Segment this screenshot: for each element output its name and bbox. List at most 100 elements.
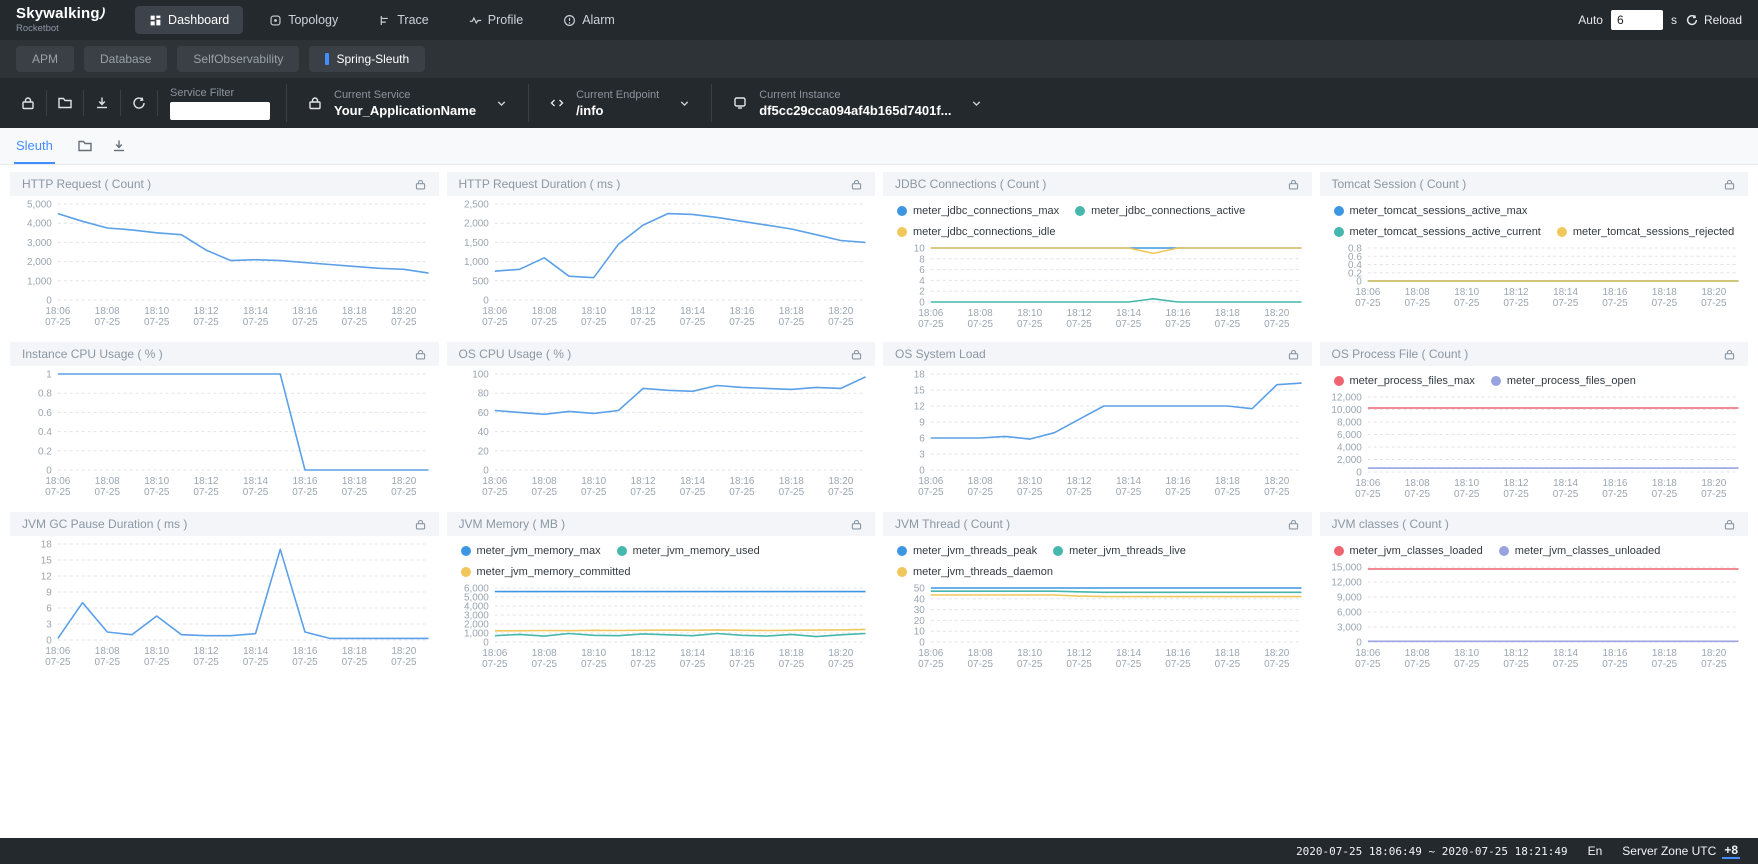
legend-item-meter-tomcat-sessions-rejected[interactable]: meter_tomcat_sessions_rejected <box>1557 221 1734 242</box>
legend-item-meter-jdbc-connections-max[interactable]: meter_jdbc_connections_max <box>897 200 1059 221</box>
page-tab-spring-sleuth[interactable]: Spring-Sleuth <box>309 46 425 72</box>
lock-icon[interactable] <box>1287 178 1300 191</box>
svg-text:18:12: 18:12 <box>630 306 655 317</box>
svg-text:07-25: 07-25 <box>580 317 606 328</box>
legend-item-meter-jdbc-connections-idle[interactable]: meter_jdbc_connections_idle <box>897 221 1055 242</box>
chart-card-os-cpu-usage: OS CPU Usage ( % ) 10080604020018:0607-2… <box>447 342 876 506</box>
selector-current-service[interactable]: Current Service Your_ApplicationName <box>286 84 528 122</box>
legend-item-meter-jvm-memory-committed[interactable]: meter_jvm_memory_committed <box>461 561 631 582</box>
page-tab-label: SelfObservability <box>193 52 283 66</box>
svg-text:07-25: 07-25 <box>1066 659 1092 670</box>
svg-text:3: 3 <box>46 619 52 630</box>
lock-icon[interactable] <box>1287 348 1300 361</box>
server-zone-value[interactable]: +8 <box>1722 843 1740 859</box>
toolbar-refresh-button[interactable] <box>121 90 158 116</box>
legend-item-meter-jvm-memory-max[interactable]: meter_jvm_memory_max <box>461 540 601 561</box>
legend-label: meter_jdbc_connections_idle <box>913 226 1055 238</box>
svg-text:18:12: 18:12 <box>1067 308 1092 319</box>
page-tab-database[interactable]: Database <box>84 46 167 72</box>
lock-icon[interactable] <box>850 518 863 531</box>
lock-icon[interactable] <box>850 178 863 191</box>
chart-card-tomcat-session-count: Tomcat Session ( Count ) meter_tomcat_se… <box>1320 172 1749 336</box>
chevron-down-icon <box>678 97 691 110</box>
lock-icon[interactable] <box>414 518 427 531</box>
legend-item-meter-jvm-threads-peak[interactable]: meter_jvm_threads_peak <box>897 540 1037 561</box>
chart-plot: 2,5002,0001,5001,000500018:0607-2518:080… <box>447 198 876 330</box>
lock-icon <box>414 348 427 361</box>
legend-label: meter_jvm_threads_peak <box>913 545 1037 557</box>
reload-button[interactable]: Reload <box>1685 13 1742 27</box>
chart-plot: 108642018:0607-2518:0807-2518:1007-2518:… <box>883 242 1312 332</box>
svg-text:10: 10 <box>914 243 926 254</box>
legend-item-meter-jvm-memory-used[interactable]: meter_jvm_memory_used <box>617 540 760 561</box>
selector-current-endpoint[interactable]: Current Endpoint /info <box>528 84 711 122</box>
svg-text:18:20: 18:20 <box>828 306 853 317</box>
legend-item-meter-jvm-classes-unloaded[interactable]: meter_jvm_classes_unloaded <box>1499 540 1661 561</box>
selector-value: /info <box>576 103 659 118</box>
svg-text:20: 20 <box>914 616 926 627</box>
logo-subtitle: Rocketbot <box>16 24 105 34</box>
chart-card-jvm-memory-mb: JVM Memory ( MB ) meter_jvm_memory_max m… <box>447 512 876 676</box>
legend-item-meter-jvm-threads-daemon[interactable]: meter_jvm_threads_daemon <box>897 561 1053 582</box>
legend-item-meter-jvm-threads-live[interactable]: meter_jvm_threads_live <box>1053 540 1186 561</box>
lock-icon[interactable] <box>1723 348 1736 361</box>
svg-text:18:18: 18:18 <box>1651 287 1676 298</box>
lock-icon[interactable] <box>850 348 863 361</box>
svg-text:07-25: 07-25 <box>482 659 508 670</box>
svg-text:07-25: 07-25 <box>1701 298 1727 309</box>
tab-sleuth[interactable]: Sleuth <box>14 128 55 164</box>
svg-text:18:14: 18:14 <box>1553 478 1578 489</box>
svg-text:07-25: 07-25 <box>1355 298 1381 309</box>
lock-icon[interactable] <box>1723 518 1736 531</box>
svg-text:18:18: 18:18 <box>778 306 803 317</box>
trace-icon <box>378 14 391 27</box>
menu-item-trace[interactable]: Trace <box>364 6 443 34</box>
svg-text:18:14: 18:14 <box>243 646 268 657</box>
svg-text:18:08: 18:08 <box>1404 478 1429 489</box>
svg-text:4,000: 4,000 <box>1336 442 1361 453</box>
auto-interval-input[interactable] <box>1611 10 1663 30</box>
svg-text:07-25: 07-25 <box>45 657 71 668</box>
svg-text:07-25: 07-25 <box>729 487 755 498</box>
page-tab-selfobservability[interactable]: SelfObservability <box>177 46 299 72</box>
lock-icon[interactable] <box>1723 178 1736 191</box>
legend-label: meter_tomcat_sessions_rejected <box>1573 226 1734 238</box>
legend-item-meter-tomcat-sessions-active-current[interactable]: meter_tomcat_sessions_active_current <box>1334 221 1541 242</box>
download-icon[interactable] <box>111 138 127 154</box>
selector-value: df5cc29cca094af4b165d7401f... <box>759 103 951 118</box>
menu-item-profile[interactable]: Profile <box>455 6 537 34</box>
lock-icon[interactable] <box>414 178 427 191</box>
svg-text:07-25: 07-25 <box>243 317 269 328</box>
page-tab-apm[interactable]: APM <box>16 46 74 72</box>
lock-icon <box>414 518 427 531</box>
chart-title: JVM classes ( Count ) <box>1332 517 1449 531</box>
chart-legend: meter_process_files_max meter_process_fi… <box>1320 368 1749 391</box>
lock-icon[interactable] <box>414 348 427 361</box>
language-toggle[interactable]: En <box>1588 844 1603 858</box>
chart-legend: meter_jdbc_connections_max meter_jdbc_co… <box>883 198 1312 242</box>
service-filter-input[interactable] <box>170 102 270 120</box>
svg-text:2,000: 2,000 <box>1336 455 1361 466</box>
svg-text:18:12: 18:12 <box>194 646 219 657</box>
svg-text:07-25: 07-25 <box>1355 489 1381 500</box>
chart-card-os-system-load: OS System Load 181512963018:0607-2518:08… <box>883 342 1312 506</box>
folder-icon[interactable] <box>77 138 93 154</box>
menu-item-topology[interactable]: Topology <box>255 6 352 34</box>
menu-item-alarm[interactable]: Alarm <box>549 6 629 34</box>
toolbar-lock-button[interactable] <box>10 90 47 116</box>
lock-icon <box>1723 348 1736 361</box>
toolbar-folder-button[interactable] <box>47 90 84 116</box>
legend-item-meter-process-files-open[interactable]: meter_process_files_open <box>1491 370 1636 391</box>
toolbar-download-button[interactable] <box>84 90 121 116</box>
lock-icon <box>414 178 427 191</box>
legend-item-meter-process-files-max[interactable]: meter_process_files_max <box>1334 370 1475 391</box>
legend-item-meter-jvm-classes-loaded[interactable]: meter_jvm_classes_loaded <box>1334 540 1483 561</box>
legend-item-meter-jdbc-connections-active[interactable]: meter_jdbc_connections_active <box>1075 200 1245 221</box>
legend-dot <box>1499 546 1509 556</box>
legend-item-meter-tomcat-sessions-active-max[interactable]: meter_tomcat_sessions_active_max <box>1334 200 1528 221</box>
lock-icon[interactable] <box>1287 518 1300 531</box>
selector-current-instance[interactable]: Current Instance df5cc29cca094af4b165d74… <box>711 84 1003 122</box>
svg-text:07-25: 07-25 <box>193 317 219 328</box>
menu-item-dashboard[interactable]: Dashboard <box>135 6 243 34</box>
svg-text:18:08: 18:08 <box>531 648 556 659</box>
